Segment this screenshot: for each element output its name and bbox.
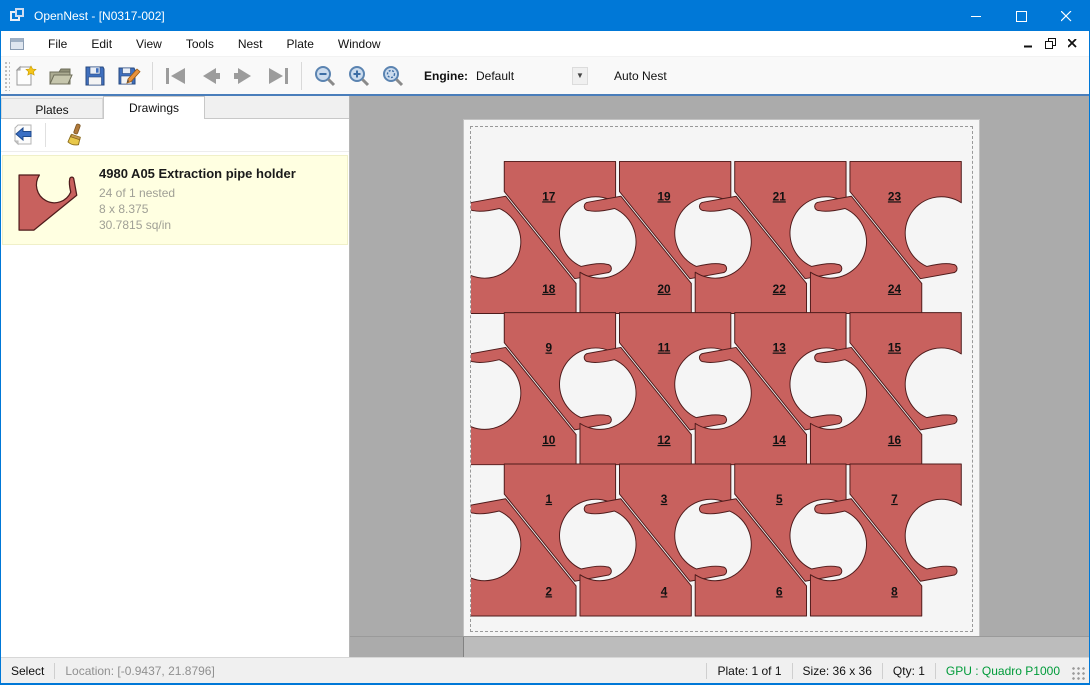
status-qty: Qty: 1 (883, 664, 935, 678)
menu-edit[interactable]: Edit (79, 32, 124, 56)
title-bar: OpenNest - [N0317-002] (1, 1, 1089, 31)
maximize-button[interactable] (999, 1, 1044, 31)
new-file-button[interactable] (11, 61, 43, 91)
engine-dropdown-arrow[interactable]: ▼ (572, 67, 588, 85)
toolbar-grip[interactable] (4, 61, 10, 91)
previous-plate-button[interactable] (194, 61, 226, 91)
left-panel: PlatesDrawings 4980 A05 Ext (1, 96, 350, 657)
nested-parts: 171819202122232491011121314151612345678 (471, 127, 972, 631)
app-window: OpenNest - [N0317-002] FileEditViewTools… (0, 0, 1090, 685)
clear-drawings-button[interactable] (60, 121, 90, 149)
save-button[interactable] (79, 61, 111, 91)
part-number-label: 19 (657, 189, 671, 203)
menu-plate[interactable]: Plate (275, 32, 326, 56)
zoom-out-button[interactable] (309, 61, 341, 91)
menu-nest[interactable]: Nest (226, 32, 275, 56)
drawing-size: 8 x 8.375 (99, 201, 296, 217)
import-drawing-button[interactable] (9, 121, 39, 149)
drawing-nested-count: 24 of 1 nested (99, 185, 296, 201)
menu-tools[interactable]: Tools (174, 32, 226, 56)
status-size: Size: 36 x 36 (793, 664, 882, 678)
part-number-label: 21 (773, 189, 787, 203)
part-number-label: 15 (888, 341, 902, 355)
scrollbar-thumb[interactable] (350, 637, 464, 657)
tab-strip: PlatesDrawings (1, 96, 349, 119)
drawing-area: 30.7815 sq/in (99, 217, 296, 233)
document-icon (10, 38, 24, 50)
part-number-label: 1 (545, 492, 552, 506)
main-toolbar: Engine: Default ▼ Auto Nest (1, 57, 1089, 96)
part-number-label: 9 (545, 341, 552, 355)
window-title: OpenNest - [N0317-002] (34, 9, 165, 23)
status-mode: Select (1, 664, 54, 678)
menu-view[interactable]: View (124, 32, 174, 56)
drawing-title: 4980 A05 Extraction pipe holder (99, 166, 296, 181)
part-number-label: 23 (888, 189, 902, 203)
close-button[interactable] (1044, 1, 1089, 31)
part-number-label: 14 (773, 433, 787, 447)
part-number-label: 17 (542, 189, 556, 203)
next-plate-button[interactable] (228, 61, 260, 91)
menu-window[interactable]: Window (326, 32, 393, 56)
status-plate: Plate: 1 of 1 (707, 664, 791, 678)
menu-bar: FileEditViewToolsNestPlateWindow (1, 31, 1089, 57)
part-number-label: 5 (776, 492, 783, 506)
part-number-label: 7 (891, 492, 898, 506)
part-number-label: 4 (661, 584, 668, 598)
part-number-label: 16 (888, 433, 902, 447)
open-file-button[interactable] (45, 61, 77, 91)
app-icon (10, 8, 26, 24)
status-bar: Select Location: [-0.9437, 21.8796] Plat… (1, 657, 1089, 683)
engine-combo: Engine: Default ▼ (424, 67, 588, 85)
auto-nest-button[interactable]: Auto Nest (606, 64, 675, 88)
part-number-label: 10 (542, 433, 556, 447)
thumbnail-part-shape (19, 175, 77, 230)
save-edit-button[interactable] (113, 61, 145, 91)
tab-plates[interactable]: Plates (1, 98, 103, 119)
status-location: Location: [-0.9437, 21.8796] (55, 664, 224, 678)
part-number-label: 18 (542, 282, 556, 296)
plate-sheet: 171819202122232491011121314151612345678 (463, 119, 980, 639)
zoom-extents-button[interactable] (377, 61, 409, 91)
nest-canvas[interactable]: 171819202122232491011121314151612345678 (350, 96, 1089, 657)
part-number-label: 24 (888, 282, 902, 296)
mdi-close-button[interactable] (1061, 34, 1083, 54)
mdi-minimize-button[interactable] (1017, 34, 1039, 54)
part-number-label: 8 (891, 584, 898, 598)
drawings-toolbar (1, 119, 349, 152)
part-number-label: 2 (545, 584, 552, 598)
minimize-button[interactable] (954, 1, 999, 31)
resize-grip[interactable] (1072, 667, 1086, 681)
part-number-label: 6 (776, 584, 783, 598)
part-number-label: 3 (661, 492, 668, 506)
tab-drawings[interactable]: Drawings (103, 96, 205, 119)
part-number-label: 20 (657, 282, 671, 296)
part-number-label: 22 (773, 282, 787, 296)
first-plate-button[interactable] (160, 61, 192, 91)
part-number-label: 11 (658, 341, 671, 355)
part-number-label: 13 (773, 341, 787, 355)
mdi-restore-button[interactable] (1039, 34, 1061, 54)
menu-file[interactable]: File (36, 32, 79, 56)
last-plate-button[interactable] (262, 61, 294, 91)
horizontal-scrollbar[interactable] (350, 636, 1089, 657)
zoom-in-button[interactable] (343, 61, 375, 91)
part-thumbnail (9, 164, 87, 238)
status-gpu: GPU : Quadro P1000 (936, 664, 1070, 678)
engine-value[interactable]: Default (476, 69, 572, 83)
drawing-list-item[interactable]: 4980 A05 Extraction pipe holder 24 of 1 … (2, 155, 348, 245)
part-number-label: 12 (657, 433, 671, 447)
engine-label: Engine: (424, 69, 468, 83)
